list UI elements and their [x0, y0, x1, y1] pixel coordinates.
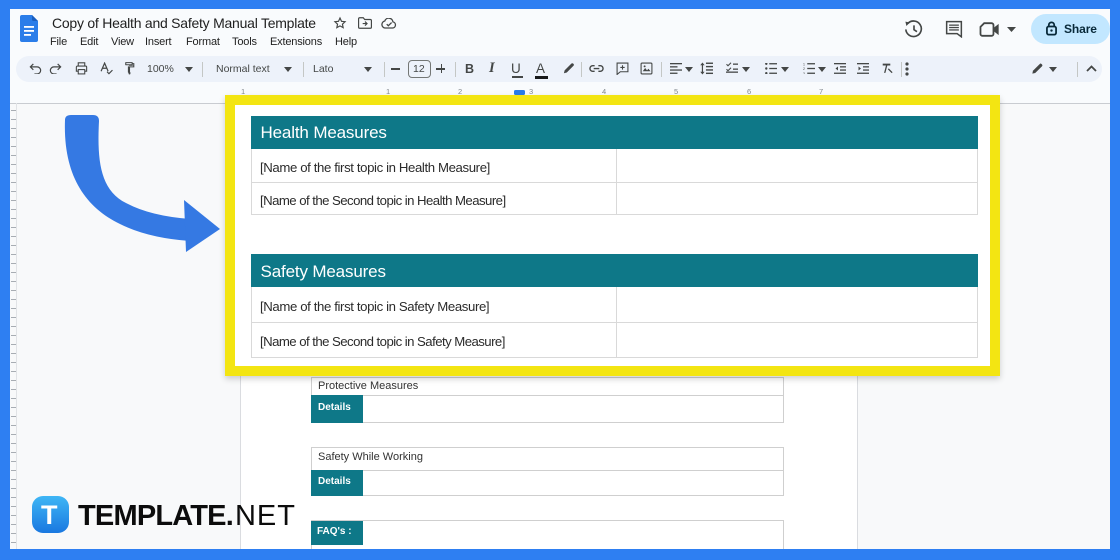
svg-text:2: 2	[803, 67, 805, 71]
svg-text:1: 1	[803, 63, 805, 66]
svg-text:3: 3	[803, 72, 805, 74]
